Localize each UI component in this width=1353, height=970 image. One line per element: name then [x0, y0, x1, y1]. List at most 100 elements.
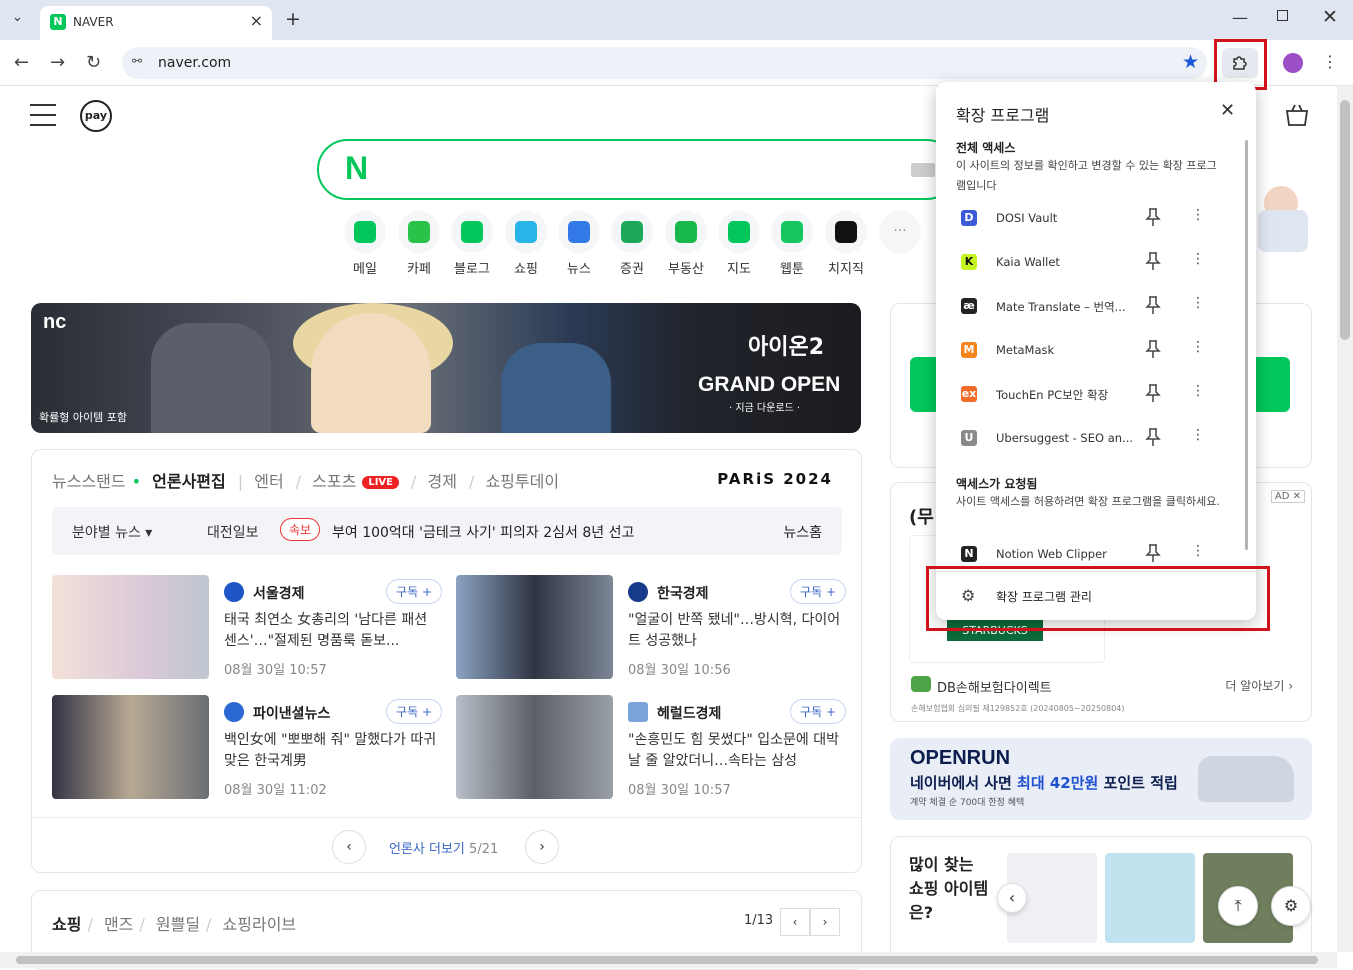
more-services-button[interactable]: ···	[877, 211, 923, 253]
ad-label[interactable]: AD ✕	[1270, 490, 1305, 503]
shopping-prev-button[interactable]: ‹	[780, 908, 810, 936]
service-9[interactable]: 치지직	[823, 211, 869, 277]
settings-gear-icon[interactable]: ⚙	[1271, 886, 1311, 926]
service-1[interactable]: 카페	[396, 211, 442, 277]
tab-mens[interactable]: 맨즈	[104, 915, 133, 934]
openrun-ad[interactable]: OPENRUN 네이버에서 사면 최대 42만원 포인트 적립 계약 체결 순 …	[890, 738, 1312, 820]
news-headline[interactable]: 백인女에 "뽀뽀해 줘" 말했다가 따귀 맞은 한국계男	[224, 730, 442, 772]
address-bar[interactable]: ⚯ naver.com ★	[122, 47, 1207, 79]
next-press-button[interactable]: ›	[525, 830, 559, 864]
hamburger-menu-icon[interactable]	[30, 104, 56, 134]
popup-scrollbar[interactable]	[1245, 140, 1248, 550]
naver-pay-button[interactable]: pay	[80, 100, 112, 132]
bookmark-star-icon[interactable]: ★	[1182, 51, 1199, 73]
news-photo[interactable]	[52, 695, 209, 799]
tab-shopping[interactable]: 쇼핑	[52, 915, 81, 934]
pin-icon[interactable]	[1144, 383, 1162, 403]
extension-item[interactable]: ex TouchEn PC보안 확장 ⋮	[936, 374, 1236, 414]
url-text[interactable]: naver.com	[158, 55, 231, 71]
press-name[interactable]: 서울경제	[253, 583, 305, 603]
extension-item[interactable]: M MetaMask ⋮	[936, 330, 1236, 370]
press-name[interactable]: 한국경제	[657, 583, 709, 603]
service-2[interactable]: 블로그	[449, 211, 495, 277]
service-8[interactable]: 웹툰	[769, 211, 815, 277]
tab-enter[interactable]: 엔터	[254, 472, 283, 491]
pin-icon[interactable]	[1144, 251, 1162, 271]
horizontal-scrollbar[interactable]	[0, 952, 1337, 968]
news-home-link[interactable]: 뉴스홈	[783, 522, 822, 542]
tab-press-edit[interactable]: 언론사편집	[152, 472, 226, 491]
news-card[interactable]: 파이낸셜뉴스 구독 + 백인女에 "뽀뽀해 줘" 말했다가 따귀 맞은 한국계男…	[52, 695, 442, 801]
service-5[interactable]: 증권	[609, 211, 655, 277]
profile-avatar[interactable]	[1283, 53, 1303, 73]
vertical-scrollbar[interactable]	[1337, 86, 1353, 952]
service-6[interactable]: 부동산	[663, 211, 709, 277]
tab-economy[interactable]: 경제	[428, 472, 457, 491]
extension-item[interactable]: U Ubersuggest - SEO an... ⋮	[936, 418, 1236, 458]
subscribe-button[interactable]: 구독 +	[790, 699, 846, 724]
minimize-icon[interactable]: —	[1232, 8, 1248, 27]
pin-icon[interactable]	[1144, 295, 1162, 315]
chrome-menu-icon[interactable]: ⋮	[1322, 52, 1338, 71]
extension-item[interactable]: D DOSI Vault ⋮	[936, 198, 1236, 238]
ticker-press[interactable]: 대전일보	[207, 522, 259, 542]
scroll-top-button[interactable]: ⤒	[1218, 886, 1258, 926]
keyboard-icon[interactable]	[911, 163, 935, 177]
maximize-icon[interactable]	[1277, 10, 1288, 21]
popular-prev-button[interactable]: ‹	[997, 883, 1027, 913]
shopping-bag-icon[interactable]	[1284, 102, 1310, 128]
category-select[interactable]: 분야별 뉴스 ▾	[72, 522, 152, 542]
tab-shopping-today[interactable]: 쇼핑투데이	[485, 472, 559, 491]
extension-item[interactable]: æ Mate Translate – 번역... ⋮	[936, 286, 1236, 326]
subscribe-button[interactable]: 구독 +	[386, 579, 442, 604]
more-actions-icon[interactable]: ⋮	[1191, 339, 1205, 355]
paris-2024-logo[interactable]: PARiS 2024	[717, 470, 833, 488]
tab-sports[interactable]: 스포츠	[312, 472, 356, 491]
ad-more-link[interactable]: 더 알아보기 ›	[1225, 677, 1293, 694]
tab-newsstand[interactable]: 뉴스스탠드	[52, 472, 126, 491]
tab-shopping-live[interactable]: 쇼핑라이브	[223, 915, 297, 934]
reload-icon[interactable]: ↻	[86, 52, 101, 73]
subscribe-button[interactable]: 구독 +	[386, 699, 442, 724]
tab-oneplusdeal[interactable]: 원쁠딜	[156, 915, 200, 934]
tab-naver[interactable]: N NAVER ×	[40, 6, 272, 40]
close-window-icon[interactable]: ✕	[1322, 6, 1338, 28]
more-actions-icon[interactable]: ⋮	[1191, 207, 1205, 223]
close-popup-icon[interactable]: ✕	[1220, 100, 1235, 121]
search-box[interactable]: N	[317, 139, 957, 200]
news-headline[interactable]: 태국 최연소 女총리의 '남다른 패션 센스'…"절제된 명품룩 돋보...	[224, 610, 442, 652]
more-actions-icon[interactable]: ⋮	[1191, 383, 1205, 399]
forward-icon[interactable]: →	[50, 52, 65, 73]
news-card[interactable]: 헤럴드경제 구독 + "손흥민도 힘 못썼다" 입소문에 대박날 줄 알았더니……	[456, 695, 846, 801]
extension-item[interactable]: K Kaia Wallet ⋮	[936, 242, 1236, 282]
pin-icon[interactable]	[1144, 339, 1162, 359]
news-photo[interactable]	[456, 695, 613, 799]
streamer-avatar[interactable]	[1256, 180, 1312, 254]
ticker-headline[interactable]: 부여 100억대 '금테크 사기' 피의자 2심서 8년 선고	[332, 522, 634, 542]
naver-logo[interactable]: N	[345, 150, 368, 187]
site-info-icon[interactable]: ⚯	[132, 54, 142, 68]
press-name[interactable]: 헤럴드경제	[657, 703, 721, 723]
news-headline[interactable]: "얼굴이 반쪽 됐네"…방시혁, 다이어트 성공했나	[628, 610, 846, 652]
more-actions-icon[interactable]: ⋮	[1191, 251, 1205, 267]
new-tab-icon[interactable]: +	[285, 8, 301, 30]
more-press-link[interactable]: 언론사 더보기 5/21	[389, 838, 498, 857]
pin-icon[interactable]	[1144, 427, 1162, 447]
service-0[interactable]: 메일	[342, 211, 388, 277]
back-icon[interactable]: ←	[14, 52, 29, 73]
subscribe-button[interactable]: 구독 +	[790, 579, 846, 604]
tab-search-icon[interactable]: ⌄	[12, 10, 23, 25]
news-photo[interactable]	[456, 575, 613, 679]
service-7[interactable]: 지도	[716, 211, 762, 277]
more-actions-icon[interactable]: ⋮	[1191, 427, 1205, 443]
product-thumb[interactable]	[1105, 853, 1195, 943]
pin-icon[interactable]	[1144, 543, 1162, 563]
news-photo[interactable]	[52, 575, 209, 679]
game-ad-banner[interactable]: nc 확률형 아이템 포함 아이온2 GRAND OPEN · 지금 다운로드 …	[31, 303, 861, 433]
ad-brand[interactable]: DB손해보험다이렉트	[937, 677, 1052, 696]
shopping-next-button[interactable]: ›	[810, 908, 840, 936]
more-actions-icon[interactable]: ⋮	[1191, 543, 1205, 559]
more-actions-icon[interactable]: ⋮	[1191, 295, 1205, 311]
prev-press-button[interactable]: ‹	[332, 830, 366, 864]
service-4[interactable]: 뉴스	[556, 211, 602, 277]
